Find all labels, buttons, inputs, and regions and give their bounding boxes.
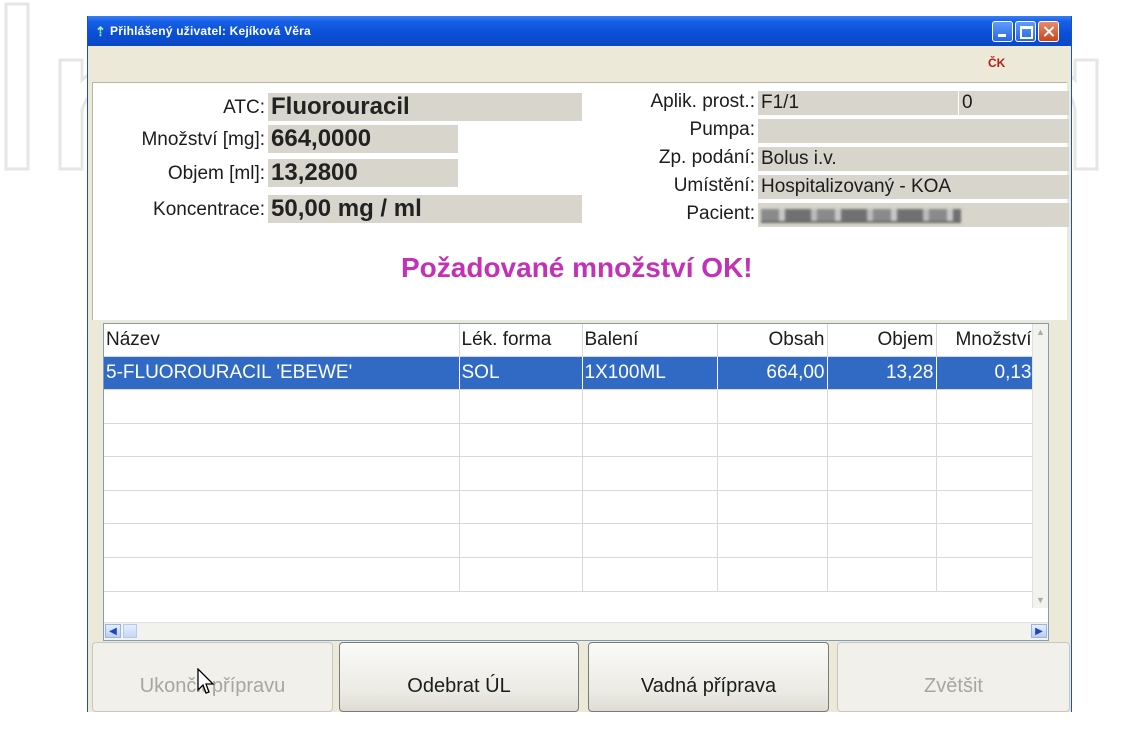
title-bar[interactable]: ⇡ Přihlášený uživatel: Kejíková Věra (88, 16, 1071, 46)
table-row-empty[interactable] (104, 389, 1035, 424)
zvetsit-button[interactable]: Zvětšit (837, 642, 1070, 712)
aplik-prost-value: F1/1 (758, 91, 958, 115)
column-header-nazev[interactable]: Název (104, 324, 460, 357)
table-row-empty[interactable] (104, 523, 1035, 559)
column-header-lek-forma[interactable]: Lék. forma (459, 324, 583, 357)
table-row-selected[interactable]: 5-FLUOROURACIL 'EBEWE' SOL 1X100ML 664,0… (104, 356, 1035, 391)
minimize-button[interactable] (992, 21, 1013, 42)
vertical-scrollbar[interactable]: ▲ ▼ (1032, 324, 1048, 608)
pumpa-value (758, 119, 1069, 143)
corner-tag: ČK (988, 56, 1006, 70)
table-row-empty[interactable] (104, 423, 1035, 458)
scroll-up-icon[interactable]: ▲ (1034, 325, 1047, 339)
umisteni-value: Hospitalizovaný - KOA (758, 175, 1069, 199)
column-header-objem[interactable]: Objem (827, 324, 937, 357)
pacient-value-redacted (758, 203, 1069, 227)
objem-value: 13,2800 (268, 159, 458, 187)
cell-objem: 13,28 (827, 356, 937, 391)
app-window: ⇡ Přihlášený uživatel: Kejíková Věra ČK … (87, 16, 1072, 712)
pumpa-label: Pumpa: (689, 119, 755, 140)
koncentrace-label: Koncentrace: (153, 199, 265, 220)
cell-nazev: 5-FLUOROURACIL 'EBEWE' (104, 356, 460, 391)
column-header-baleni[interactable]: Balení (582, 324, 718, 357)
scroll-down-icon[interactable]: ▼ (1034, 593, 1047, 607)
atc-label: ATC: (223, 97, 265, 118)
pacient-label: Pacient: (686, 203, 755, 224)
redacted-patient-name (761, 209, 961, 223)
product-table[interactable]: Název Lék. forma Balení Obsah Objem Množ… (103, 323, 1049, 641)
odebrat-ul-button[interactable]: Odebrat ÚL (339, 642, 579, 712)
status-message: Požadované množství OK! (401, 252, 753, 283)
zp-podani-value: Bolus i.v. (758, 147, 1069, 171)
horizontal-scrollbar[interactable]: ◀ ▶ (104, 622, 1048, 640)
koncentrace-value: 50,00 mg / ml (268, 195, 582, 223)
window-title: Přihlášený uživatel: Kejíková Věra (110, 24, 311, 38)
cell-lek-forma: SOL (459, 356, 583, 391)
cell-mnozstvi: 0,13 (936, 356, 1035, 391)
cell-obsah: 664,00 (717, 356, 828, 391)
syringe-icon: ⇡ (95, 24, 106, 39)
aplik-prost-label: Aplik. prost.: (650, 91, 755, 112)
table-row-empty[interactable] (104, 490, 1035, 525)
column-header-obsah[interactable]: Obsah (717, 324, 828, 357)
preparation-info-panel: ATC: Fluorouracil Množství [mg]: 664,000… (92, 82, 1069, 320)
cell-baleni: 1X100ML (582, 356, 718, 391)
mnozstvi-value: 664,0000 (268, 125, 458, 153)
mnozstvi-label: Množství [mg]: (141, 129, 265, 150)
table-row-empty[interactable] (104, 456, 1035, 491)
mouse-cursor-icon (197, 668, 215, 694)
objem-label: Objem [ml]: (167, 163, 265, 184)
table-header-row: Název Lék. forma Balení Obsah Objem Množ… (104, 324, 1035, 357)
vadna-priprava-button[interactable]: Vadná příprava (588, 642, 829, 712)
umisteni-label: Umístění: (673, 175, 755, 196)
scroll-left-icon[interactable]: ◀ (105, 624, 121, 638)
maximize-button[interactable] (1015, 21, 1036, 42)
aplik-prost-extra: 0 (959, 91, 1069, 115)
scroll-right-icon[interactable]: ▶ (1031, 624, 1047, 638)
zp-podani-label: Zp. podání: (658, 147, 755, 168)
close-button[interactable] (1038, 21, 1059, 42)
atc-value: Fluorouracil (268, 93, 582, 121)
scroll-thumb[interactable] (123, 624, 137, 638)
table-row-empty[interactable] (104, 557, 1035, 592)
column-header-mnozstvi[interactable]: Množství (936, 324, 1035, 357)
